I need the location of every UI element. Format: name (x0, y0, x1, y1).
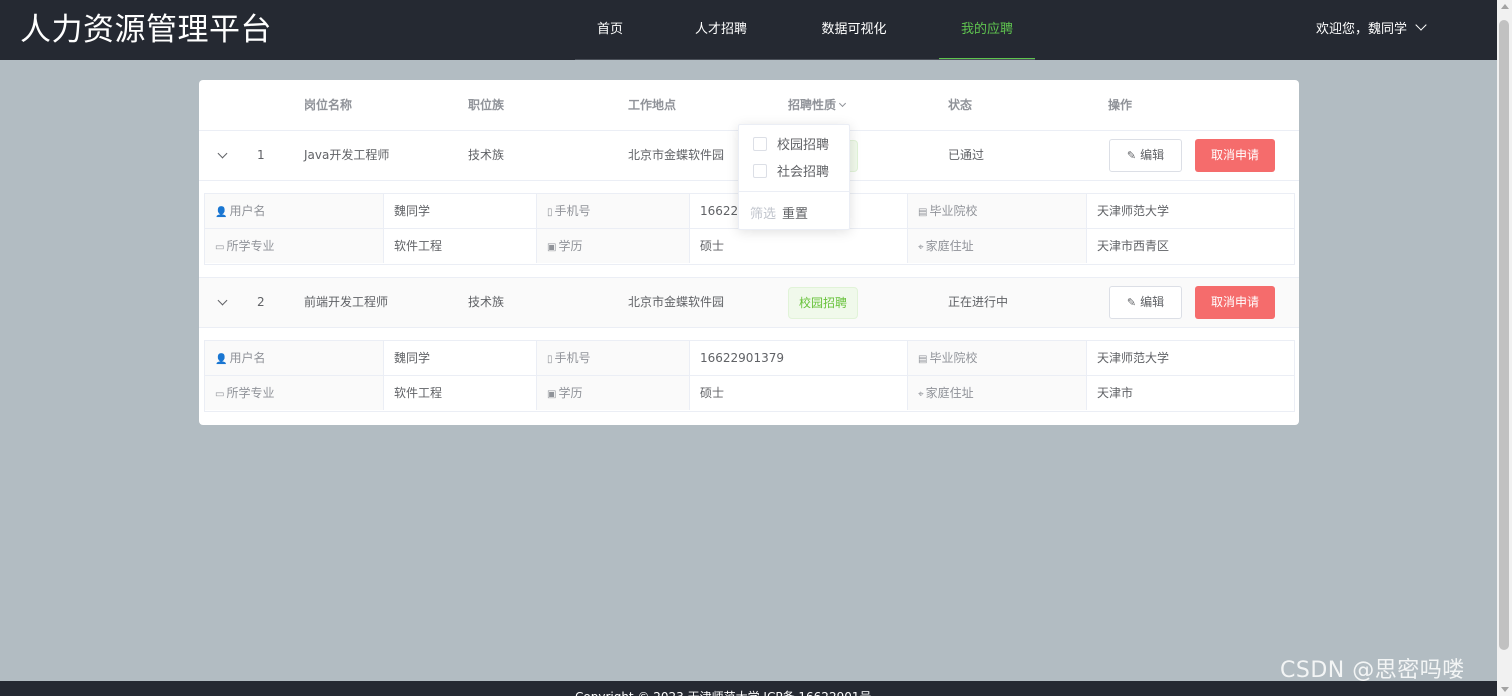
detail-username-label: 👤 用户名 (205, 194, 384, 228)
detail-phone-label: ▯ 手机号 (537, 341, 690, 375)
row-position-name: 前端开发工程师 (304, 295, 389, 309)
detail-degree: 硕士 (690, 229, 908, 263)
row-position-name: Java开发工程师 (304, 148, 390, 162)
detail-degree-label: ▣ 学历 (537, 376, 690, 410)
recruit-type-tag: 校园招聘 (788, 287, 859, 319)
detail-school-label: ▤ 毕业院校 (908, 194, 1087, 228)
mobile-icon: ▯ (547, 354, 553, 365)
edit-button[interactable]: ✎ 编辑 (1109, 286, 1182, 319)
col-header-family: 职位族 (468, 98, 505, 112)
detail-address: 天津市西青区 (1087, 229, 1294, 263)
detail-major-label: ▭ 所学专业 (205, 229, 384, 263)
row-status: 已通过 (948, 148, 985, 162)
scroll-up-arrow-icon[interactable] (1501, 4, 1509, 9)
document-icon: ▣ (547, 242, 557, 253)
book-icon: ▭ (215, 242, 225, 253)
document-icon: ▣ (547, 389, 557, 400)
user-welcome-label: 欢迎您，魏同学 (1316, 22, 1408, 37)
edit-button-label: 编辑 (1140, 148, 1165, 162)
user-icon: 👤 (215, 207, 228, 218)
expand-chevron-icon[interactable] (217, 295, 228, 306)
detail-school-label: ▤ 毕业院校 (908, 341, 1087, 375)
detail-address-label: ⌖ 家庭住址 (908, 376, 1087, 410)
cancel-application-button[interactable]: 取消申请 (1195, 139, 1275, 172)
detail-phone-label: ▯ 手机号 (537, 194, 690, 228)
book-icon: ▭ (215, 389, 225, 400)
pencil-icon: ✎ (1126, 296, 1137, 309)
row-status: 正在进行中 (948, 295, 1009, 309)
page-footer: Copyright © 2023 天津师范大学 ICP备 16622901号 (0, 681, 1497, 696)
col-header-type-label: 招聘性质 (788, 98, 837, 112)
nav-data-visualization[interactable]: 数据可视化 (801, 0, 907, 60)
checkbox[interactable] (753, 163, 767, 178)
detail-address: 天津市 (1087, 376, 1294, 410)
main-nav: 首页 人才招聘 数据可视化 我的应聘 (575, 0, 1035, 60)
nav-my-applications[interactable]: 我的应聘 (939, 0, 1035, 60)
row-index: 2 (257, 295, 265, 309)
checkbox[interactable] (753, 136, 767, 151)
popover-divider (739, 191, 849, 192)
nav-talent-recruitment[interactable]: 人才招聘 (676, 0, 766, 60)
col-header-name: 岗位名称 (304, 98, 353, 112)
detail-address-label: ⌖ 家庭住址 (908, 229, 1087, 263)
detail-username-label: 👤 用户名 (205, 341, 384, 375)
filter-option-social[interactable]: 社会招聘 (753, 163, 829, 183)
detail-username: 魏同学 (384, 341, 537, 375)
edit-button-label: 编辑 (1140, 295, 1165, 309)
col-header-action: 操作 (1108, 98, 1133, 112)
col-header-type[interactable]: 招聘性质 (788, 80, 847, 130)
filter-arrow-icon[interactable] (838, 99, 847, 108)
filter-confirm-button[interactable]: 筛选 (750, 203, 776, 222)
filter-option-campus[interactable]: 校园招聘 (753, 136, 829, 156)
detail-degree-label: ▣ 学历 (537, 229, 690, 263)
col-header-location: 工作地点 (628, 98, 677, 112)
recruit-type-filter-popover: 校园招聘 社会招聘 筛选 重置 (738, 124, 850, 230)
expand-chevron-icon[interactable] (217, 148, 228, 159)
detail-username: 魏同学 (384, 194, 537, 228)
row-index: 1 (257, 148, 265, 162)
footer-copyright: Copyright © 2023 天津师范大学 ICP备 16622901号 (575, 688, 871, 696)
detail-degree: 硕士 (690, 376, 908, 410)
row-location: 北京市金蝶软件园 (628, 148, 725, 162)
top-header: 人力资源管理平台 首页 人才招聘 数据可视化 我的应聘 欢迎您，魏同学 (0, 0, 1497, 60)
edit-button[interactable]: ✎ 编辑 (1109, 139, 1182, 172)
filter-reset-button[interactable]: 重置 (782, 203, 808, 222)
school-icon: ▤ (918, 207, 928, 218)
mobile-icon: ▯ (547, 207, 553, 218)
detail-phone: 16622901379 (690, 341, 908, 375)
pencil-icon: ✎ (1126, 149, 1137, 162)
chevron-down-icon (1415, 19, 1427, 31)
detail-major-label: ▭ 所学专业 (205, 376, 384, 410)
detail-school: 天津师范大学 (1087, 341, 1294, 375)
cancel-application-button[interactable]: 取消申请 (1195, 286, 1275, 319)
scroll-thumb[interactable] (1499, 20, 1509, 650)
row-location: 北京市金蝶软件园 (628, 295, 725, 309)
location-pin-icon: ⌖ (918, 389, 924, 400)
location-pin-icon: ⌖ (918, 242, 924, 253)
detail-major: 软件工程 (384, 229, 537, 263)
table-row: 2 前端开发工程师 技术族 北京市金蝶软件园 校园招聘 正在进行中 ✎ 编辑 取消… (199, 277, 1299, 328)
user-icon: 👤 (215, 354, 228, 365)
school-icon: ▤ (918, 354, 928, 365)
col-header-status: 状态 (948, 98, 973, 112)
detail-major: 软件工程 (384, 376, 537, 410)
row-detail: 👤用户名 魏同学 ▯手机号 16622901379 ▤毕业院校 天津师范大学 ▭… (204, 340, 1295, 412)
detail-school: 天津师范大学 (1087, 194, 1294, 228)
row-position-family: 技术族 (468, 148, 505, 162)
app-title: 人力资源管理平台 (20, 12, 272, 48)
csdn-watermark: CSDN @思密吗喽 (1280, 658, 1465, 683)
nav-divider (575, 59, 1035, 60)
nav-home[interactable]: 首页 (575, 0, 645, 60)
scroll-down-arrow-icon[interactable] (1501, 687, 1509, 692)
user-menu[interactable]: 欢迎您，魏同学 (1316, 0, 1427, 60)
vertical-scrollbar[interactable] (1497, 0, 1512, 696)
row-position-family: 技术族 (468, 295, 505, 309)
